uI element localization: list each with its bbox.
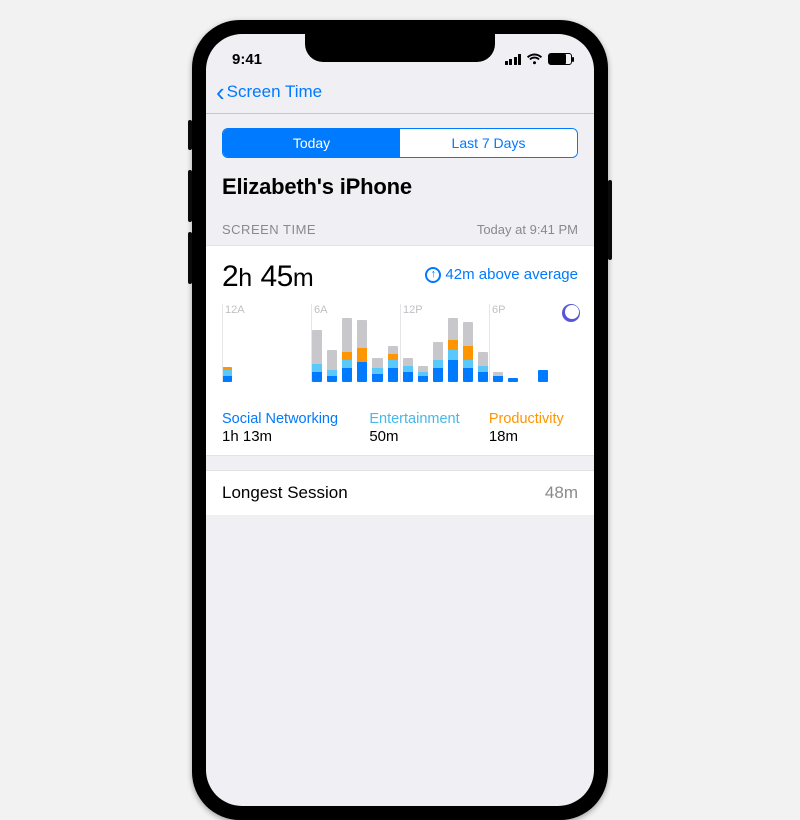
tab-today[interactable]: Today bbox=[223, 129, 400, 157]
chart-bar bbox=[342, 318, 352, 382]
legend: Social Networking 1h 13m Entertainment 5… bbox=[222, 411, 578, 445]
arrow-up-circle-icon: ↑ bbox=[425, 267, 441, 283]
chart-bar bbox=[418, 366, 428, 382]
screen: 9:41 ‹ Screen Time Today Last 7 Days Eli… bbox=[206, 34, 594, 806]
chart-bar bbox=[357, 320, 367, 382]
screen-time-card: 2h 45m ↑ 42m above average 12A 6A 12P 6P So… bbox=[206, 245, 594, 456]
phone-frame: 9:41 ‹ Screen Time Today Last 7 Days Eli… bbox=[192, 20, 608, 820]
above-average-text: 42m above average bbox=[445, 266, 578, 283]
time-range-segmented: Today Last 7 Days bbox=[222, 128, 578, 158]
chart-bar bbox=[403, 358, 413, 382]
chart-tick: 12P bbox=[403, 304, 423, 316]
back-button[interactable]: ‹ Screen Time bbox=[216, 79, 322, 105]
chart-bar bbox=[388, 346, 398, 382]
chart-bar bbox=[478, 352, 488, 382]
chevron-left-icon: ‹ bbox=[216, 79, 225, 105]
legend-social-value: 1h 13m bbox=[222, 428, 361, 445]
chart-bar bbox=[448, 318, 458, 382]
chart-tick: 12A bbox=[225, 304, 245, 316]
chart-bar bbox=[538, 370, 548, 382]
chart-bar bbox=[433, 342, 443, 382]
notch bbox=[305, 34, 495, 62]
power-button bbox=[608, 180, 612, 260]
wifi-icon bbox=[526, 53, 543, 65]
legend-productivity-label: Productivity bbox=[489, 411, 578, 427]
above-average: ↑ 42m above average bbox=[425, 266, 578, 283]
chart-bar bbox=[312, 330, 322, 382]
device-name: Elizabeth's iPhone bbox=[206, 170, 594, 222]
back-label: Screen Time bbox=[227, 82, 322, 102]
legend-productivity-value: 18m bbox=[489, 428, 578, 445]
legend-entertainment-label: Entertainment bbox=[369, 411, 480, 427]
chart-tick: 6A bbox=[314, 304, 327, 316]
chart-bar bbox=[463, 322, 473, 382]
legend-entertainment-value: 50m bbox=[369, 428, 480, 445]
battery-icon bbox=[548, 53, 572, 65]
tab-last-7-days[interactable]: Last 7 Days bbox=[400, 129, 577, 157]
chart-bar bbox=[508, 378, 518, 382]
section-label: SCREEN TIME bbox=[222, 222, 316, 237]
longest-session-label: Longest Session bbox=[222, 483, 348, 503]
nav-bar: ‹ Screen Time bbox=[206, 74, 594, 114]
volume-up bbox=[188, 170, 192, 222]
chart-tick: 6P bbox=[492, 304, 505, 316]
chart-bar bbox=[493, 372, 503, 382]
longest-session-row[interactable]: Longest Session 48m bbox=[206, 470, 594, 515]
chart-bar bbox=[327, 350, 337, 382]
total-screen-time: 2h 45m bbox=[222, 260, 314, 294]
volume-down bbox=[188, 232, 192, 284]
section-timestamp: Today at 9:41 PM bbox=[477, 222, 578, 237]
chart-bar bbox=[372, 358, 382, 382]
chart-bar bbox=[222, 367, 232, 382]
legend-social-label: Social Networking bbox=[222, 411, 361, 427]
status-time: 9:41 bbox=[232, 51, 262, 68]
longest-session-value: 48m bbox=[545, 483, 578, 503]
usage-chart: 12A 6A 12P 6P bbox=[222, 304, 578, 399]
bedtime-icon bbox=[562, 304, 580, 322]
section-header: SCREEN TIME Today at 9:41 PM bbox=[206, 222, 594, 245]
cellular-icon bbox=[505, 54, 522, 65]
mute-switch bbox=[188, 120, 192, 150]
